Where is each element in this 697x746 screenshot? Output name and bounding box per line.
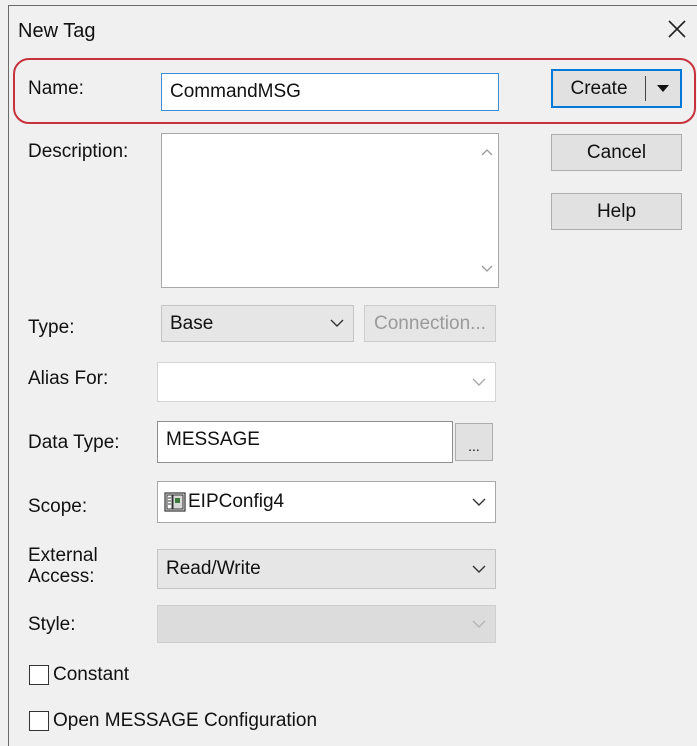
external-access-label: External Access:: [28, 545, 98, 587]
data-type-label: Data Type:: [28, 432, 120, 453]
cancel-button-label: Cancel: [586, 141, 647, 163]
type-select-value: Base: [170, 312, 214, 334]
chevron-down-icon: [471, 616, 487, 632]
create-dropdown-arrow-icon[interactable]: [646, 84, 680, 94]
style-label: Style:: [28, 614, 76, 635]
constant-checkbox[interactable]: [29, 665, 49, 685]
connection-button[interactable]: Connection...: [364, 305, 496, 342]
open-message-config-checkbox[interactable]: [29, 711, 49, 731]
controller-icon: [164, 491, 186, 513]
constant-checkbox-label: Constant: [53, 664, 130, 685]
alias-for-select[interactable]: [157, 362, 496, 402]
scope-value: EIPConfig4: [188, 491, 285, 512]
data-type-value: MESSAGE: [166, 429, 260, 450]
cancel-button[interactable]: Cancel: [551, 134, 682, 171]
open-message-config-label: Open MESSAGE Configuration: [53, 710, 318, 731]
browse-button-label: ...: [468, 438, 480, 454]
scope-label: Scope:: [28, 496, 88, 517]
external-access-select[interactable]: Read/Write: [157, 549, 496, 589]
type-select[interactable]: Base: [161, 305, 354, 342]
external-access-value: Read/Write: [166, 558, 261, 579]
create-button-label: Create: [570, 77, 628, 99]
connection-button-label: Connection...: [374, 312, 486, 334]
external-access-label-line2: Access:: [28, 566, 95, 587]
help-button[interactable]: Help: [551, 193, 682, 230]
create-button[interactable]: Create: [551, 69, 682, 108]
help-button-label: Help: [596, 200, 637, 222]
chevron-down-icon: [471, 561, 487, 577]
description-scrollbar[interactable]: [476, 134, 498, 287]
external-access-label-line1: External: [28, 545, 98, 566]
data-type-input[interactable]: MESSAGE: [157, 421, 453, 463]
type-label: Type:: [28, 317, 75, 338]
scope-select[interactable]: EIPConfig4: [157, 481, 496, 523]
name-label: Name:: [28, 78, 84, 99]
name-input[interactable]: CommandMSG: [161, 73, 499, 111]
description-textarea[interactable]: [161, 133, 499, 288]
chevron-down-icon: [471, 374, 487, 390]
data-type-browse-button[interactable]: ...: [455, 423, 493, 461]
style-select[interactable]: [157, 605, 496, 643]
scroll-down-icon: [481, 265, 493, 272]
description-value: [162, 134, 476, 146]
chevron-down-icon: [471, 494, 487, 510]
dialog-title: New Tag: [18, 20, 96, 42]
chevron-down-icon: [329, 316, 345, 332]
name-input-value: CommandMSG: [170, 81, 301, 102]
description-label: Description:: [28, 141, 129, 162]
close-icon[interactable]: [664, 16, 690, 42]
alias-for-label: Alias For:: [28, 368, 109, 389]
scroll-up-icon: [481, 149, 493, 156]
